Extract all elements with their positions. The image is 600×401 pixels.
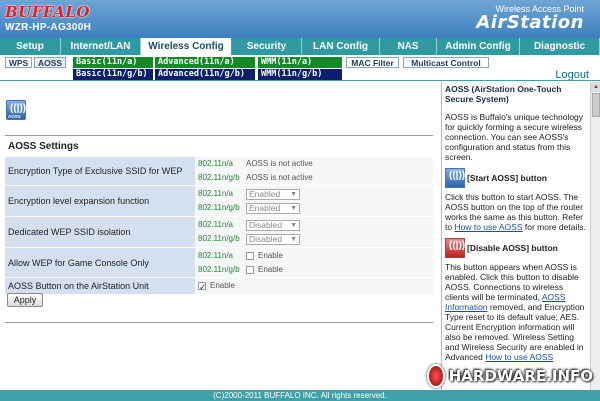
help-title: AOSS (AirStation One-Touch Secure System… xyxy=(445,84,562,104)
row-value: 802.11n/a Enabled ▼ 802.11n/g/b Enabled ▼ xyxy=(195,185,433,217)
row-label: Dedicated WEP SSID isolation xyxy=(5,216,195,248)
band-label: 802.11n/g/b xyxy=(198,264,240,274)
band-label: 802.11n/a xyxy=(198,250,233,260)
help-start-heading-row: ((|)) [Start AOSS] button xyxy=(445,168,588,188)
aoss-icon: ((|)) xyxy=(445,168,465,188)
header-banner: BUFFALO WZR-HP-AG300H Wireless Access Po… xyxy=(0,0,600,38)
checkbox-label: Enable xyxy=(258,264,283,274)
main-content: ((|)) AOSS AOSS Settings Encryption Type … xyxy=(0,82,440,390)
model-name: WZR-HP-AG300H xyxy=(5,22,92,33)
help-disable-heading-row: ((|)) [Disable AOSS] button xyxy=(445,238,588,258)
subtab-wps[interactable]: WPS xyxy=(5,57,32,68)
subtab-aoss[interactable]: AOSS xyxy=(34,57,66,68)
row-label: AOSS Button on the AirStation Unit xyxy=(5,277,195,295)
game-console-a-checkbox[interactable] xyxy=(246,251,254,260)
tab-diagnostic[interactable]: Diagnostic xyxy=(520,38,600,55)
table-row: Encryption level expansion function 802.… xyxy=(5,185,433,217)
band-label: 802.11n/a xyxy=(198,159,233,168)
chevron-down-icon: ▼ xyxy=(290,235,297,243)
status-text: AOSS is not active xyxy=(246,173,313,182)
table-row: AOSS Button on the AirStation Unit Enabl… xyxy=(5,277,433,295)
row-label: Allow WEP for Game Console Only xyxy=(5,247,195,278)
tab-internet-lan[interactable]: Internet/LAN xyxy=(61,38,141,55)
row-value: 802.11n/a Disabled ▼ 802.11n/g/b Disabled ▼ xyxy=(195,216,433,248)
subtab-wmm-g[interactable]: WMM(11n/g/b) xyxy=(258,69,342,80)
row-label: Encryption level expansion function xyxy=(5,185,195,217)
status-text: AOSS is not active xyxy=(246,159,313,168)
how-to-use-aoss-link-2[interactable]: How to use AOSS xyxy=(485,352,553,362)
table-row: Encryption Type of Exclusive SSID for WE… xyxy=(5,157,433,186)
apply-button[interactable]: Apply xyxy=(7,293,43,307)
tab-wireless-config[interactable]: Wireless Config xyxy=(141,38,232,55)
table-row: Dedicated WEP SSID isolation 802.11n/a Di… xyxy=(5,216,433,248)
wep-isolation-a-select[interactable]: Disabled ▼ xyxy=(246,219,300,231)
row-value: Enable xyxy=(195,277,433,295)
subtab-wmm-a[interactable]: WMM(11n/a) xyxy=(258,57,342,68)
help-start-paragraph: Click this button to start AOSS. The AOS… xyxy=(445,192,586,232)
subtab-advanced-a[interactable]: Advanced(11n/a) xyxy=(155,57,255,68)
band-label: 802.11n/a xyxy=(198,189,233,198)
sub-nav: WPS AOSS Basic(11n/a) Basic(11n/g/b) Adv… xyxy=(0,55,600,81)
help-disable-paragraph: This button appears when AOSS is enabled… xyxy=(445,262,585,362)
wep-isolation-g-select[interactable]: Disabled ▼ xyxy=(246,233,300,245)
band-label: 802.11n/a xyxy=(198,220,233,229)
watermark: HARDWARE.INFO xyxy=(427,362,593,390)
tab-setup[interactable]: Setup xyxy=(0,38,61,55)
scroll-thumb[interactable] xyxy=(592,93,600,117)
section-title: AOSS Settings xyxy=(8,141,79,152)
help-scrollbar[interactable]: ▲ xyxy=(590,82,600,390)
subtab-basic-a[interactable]: Basic(11n/a) xyxy=(73,57,153,68)
row-value: 802.11n/a AOSS is not active 802.11n/g/b A… xyxy=(195,157,433,186)
product-title: AirStation xyxy=(476,12,584,33)
watermark-text: HARDWARE.INFO xyxy=(448,367,593,385)
logout-link[interactable]: Logout xyxy=(555,69,589,81)
help-intro: AOSS is Buffalo's unique technology for … xyxy=(445,112,584,162)
disable-aoss-icon: ((|)) xyxy=(445,238,465,258)
game-console-g-checkbox[interactable] xyxy=(246,265,254,274)
subtab-basic-g[interactable]: Basic(11n/g/b) xyxy=(73,69,153,80)
divider xyxy=(5,135,433,136)
band-label: 802.11n/g/b xyxy=(198,234,240,243)
band-label: 802.11n/g/b xyxy=(198,203,240,212)
help-disable-heading: [Disable AOSS] button xyxy=(467,243,558,253)
scroll-up-icon[interactable]: ▲ xyxy=(591,82,600,92)
tab-lan-config[interactable]: LAN Config xyxy=(302,38,380,55)
chevron-down-icon: ▼ xyxy=(290,190,297,198)
subtab-mac-filter[interactable]: MAC Filter xyxy=(346,57,399,68)
checkbox-label: Enable xyxy=(258,250,283,260)
aoss-icon: ((|)) AOSS xyxy=(6,100,26,120)
help-start-heading: [Start AOSS] button xyxy=(467,173,547,183)
brand-logo: BUFFALO xyxy=(5,3,90,21)
footer: (C)2000-2011 BUFFALO INC. All rights res… xyxy=(0,390,600,401)
how-to-use-aoss-link[interactable]: How to use AOSS xyxy=(454,222,522,232)
aoss-settings-table: Encryption Type of Exclusive SSID for WE… xyxy=(5,157,433,295)
chevron-down-icon: ▼ xyxy=(290,204,297,212)
help-content: AOSS (AirStation One-Touch Secure System… xyxy=(445,84,588,366)
subtab-advanced-g[interactable]: Advanced(11n/g/b) xyxy=(155,69,255,80)
subtab-multicast-control[interactable]: Multicast Control xyxy=(403,57,489,68)
tab-admin-config[interactable]: Admin Config xyxy=(437,38,520,55)
main-nav: Setup Internet/LAN Wireless Config Secur… xyxy=(0,38,600,55)
aoss-button-checkbox[interactable] xyxy=(198,280,207,294)
encryption-expansion-g-select[interactable]: Enabled ▼ xyxy=(246,202,300,214)
tab-nas[interactable]: NAS xyxy=(380,38,437,55)
table-row: Allow WEP for Game Console Only 802.11n/… xyxy=(5,247,433,278)
checkbox-label: Enable xyxy=(210,281,235,290)
divider xyxy=(5,322,433,323)
help-panel: AOSS (AirStation One-Touch Secure System… xyxy=(441,82,600,390)
tab-security[interactable]: Security xyxy=(232,38,302,55)
band-label: 802.11n/g/b xyxy=(198,173,240,182)
row-label: Encryption Type of Exclusive SSID for WE… xyxy=(5,157,195,186)
row-value: 802.11n/a Enable 802.11n/g/b Enable xyxy=(195,247,433,278)
encryption-expansion-a-select[interactable]: Enabled ▼ xyxy=(246,188,300,200)
chevron-down-icon: ▼ xyxy=(290,221,297,229)
hardware-info-logo-icon xyxy=(427,364,445,388)
